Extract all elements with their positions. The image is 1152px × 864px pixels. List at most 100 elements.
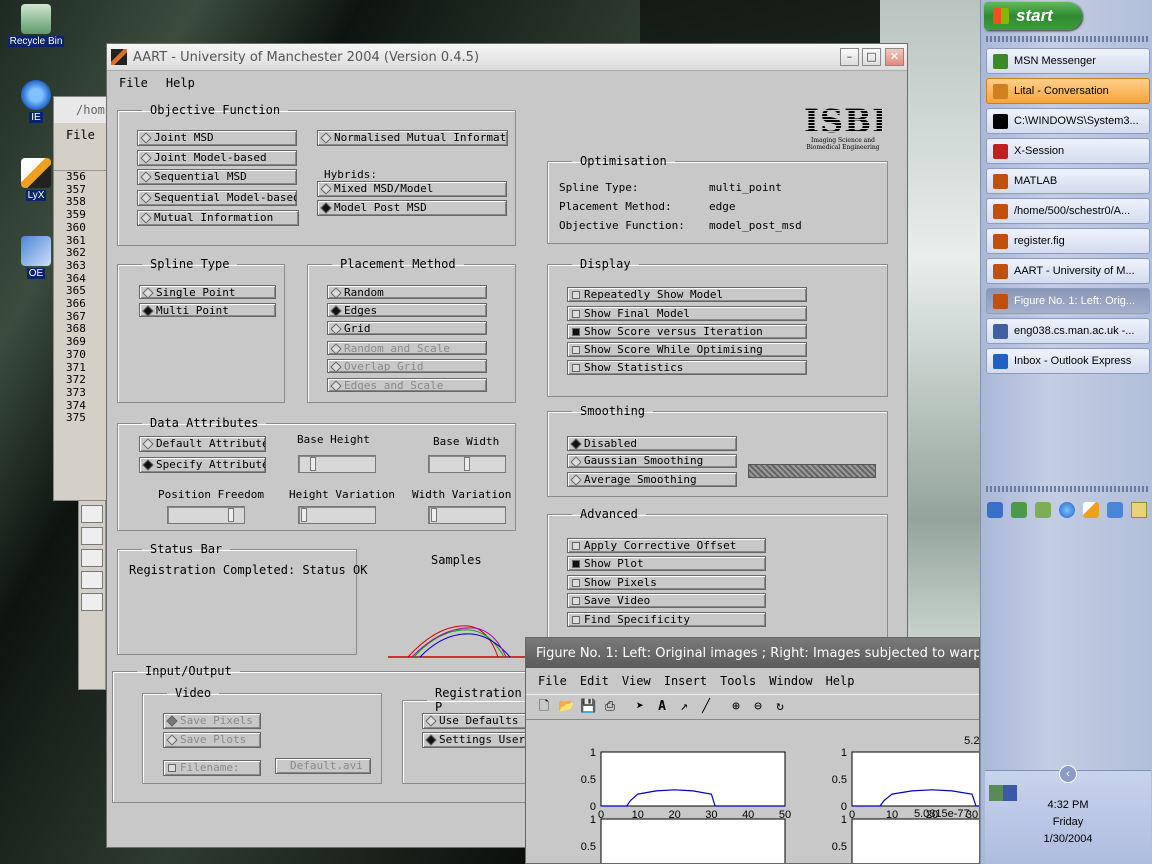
advanced-find-specificity[interactable]: Find Specificity — [567, 612, 766, 627]
hybrid-model-post[interactable]: Model Post MSD — [317, 200, 507, 216]
task-button[interactable]: C:\WINDOWS\System3... — [986, 108, 1150, 134]
smoothing-gaussian[interactable]: Gaussian Smoothing — [567, 454, 737, 468]
msn-icon[interactable] — [1011, 502, 1027, 518]
hybrid-mixed[interactable]: Mixed MSD/Model — [317, 181, 507, 197]
task-label: C:\WINDOWS\System3... — [1014, 115, 1139, 127]
placement-edges[interactable]: Edges — [327, 303, 487, 317]
smoothing-slider — [748, 464, 876, 478]
outlook-express-icon — [993, 354, 1008, 369]
advanced-show-plot[interactable]: Show Plot — [567, 556, 766, 571]
start-button[interactable]: start — [984, 2, 1082, 30]
axes-tool-icon[interactable] — [81, 593, 103, 611]
figure-menu-edit[interactable]: Edit — [580, 674, 609, 688]
figure-menu-window[interactable]: Window — [769, 674, 812, 688]
task-button[interactable]: AART - University of M... — [986, 258, 1150, 284]
y-tick-label: 0.5 — [832, 774, 847, 786]
height-variation-label: Height Variation — [289, 488, 395, 501]
figure-menu-view[interactable]: View — [622, 674, 651, 688]
task-label: eng038.cs.man.ac.uk -... — [1014, 325, 1135, 337]
arrow-icon[interactable]: ➤ — [632, 699, 648, 715]
task-button[interactable]: /home/500/schestr0/A... — [986, 198, 1150, 224]
opt-objective-key: Objective Function: — [559, 219, 685, 232]
figure-title-bar[interactable]: Figure No. 1: Left: Original images ; Ri… — [526, 638, 979, 668]
save-icon[interactable]: 💾 — [580, 699, 596, 715]
advanced-show-pixels[interactable]: Show Pixels — [567, 575, 766, 590]
listbox-tool-icon[interactable] — [81, 571, 103, 589]
task-button[interactable]: Figure No. 1: Left: Orig... — [986, 288, 1150, 314]
width-variation-slider[interactable] — [428, 506, 506, 524]
task-button[interactable]: MSN Messenger — [986, 48, 1150, 74]
display-score-iteration[interactable]: Show Score versus Iteration — [567, 324, 807, 339]
lyx-icon[interactable] — [1083, 502, 1099, 518]
slider-tool-icon[interactable] — [81, 549, 103, 567]
arrow-draw-icon[interactable]: ↗ — [676, 699, 692, 715]
task-button[interactable]: X-Session — [986, 138, 1150, 164]
objective-mutual-info[interactable]: Mutual Information — [137, 210, 299, 226]
text-icon[interactable]: A — [654, 699, 670, 715]
figure-menu-help[interactable]: Help — [826, 674, 855, 688]
tray-network-icon[interactable] — [989, 785, 1017, 801]
reg-use-defaults[interactable]: Use Defaults — [422, 713, 530, 729]
opt-placement-value: edge — [709, 200, 736, 213]
tray-collapse-icon[interactable]: ‹ — [1059, 765, 1077, 783]
zoom-in-icon[interactable]: ⊕ — [728, 699, 744, 715]
figure-plots: 0102030405000.51010203000.515.2707e-775.… — [581, 735, 979, 863]
figure-menu-bar: File Edit View Insert Tools Window Help — [526, 668, 979, 694]
objective-normalised-mi[interactable]: Normalised Mutual Information — [317, 130, 508, 146]
spline-legend: Spline Type — [150, 257, 230, 271]
height-variation-slider[interactable] — [298, 506, 376, 524]
zoom-out-icon[interactable]: ⊖ — [750, 699, 766, 715]
desktop-icon-recycle-bin[interactable]: Recycle Bin — [0, 4, 72, 47]
edit-tool-icon[interactable] — [81, 527, 103, 545]
folder-icon[interactable] — [1131, 502, 1147, 518]
objective-joint-model[interactable]: Joint Model-based — [137, 150, 297, 166]
data-specify-attributes[interactable]: Specify Attributes — [139, 457, 266, 473]
windows-flag-icon — [993, 8, 1009, 24]
task-button[interactable]: MATLAB — [986, 168, 1150, 194]
advanced-save-video[interactable]: Save Video — [567, 593, 766, 608]
plot-overlay-value: 5.0315e-77 — [914, 808, 970, 820]
matlab-icon — [993, 294, 1008, 309]
smoothing-disabled[interactable]: Disabled — [567, 436, 737, 451]
display-score-optimising[interactable]: Show Score While Optimising — [567, 342, 807, 357]
new-icon[interactable]: 🗋 — [536, 699, 552, 715]
spline-single-point[interactable]: Single Point — [139, 285, 276, 299]
video-legend: Video — [175, 686, 212, 700]
base-width-slider[interactable] — [428, 455, 506, 473]
display-statistics[interactable]: Show Statistics — [567, 360, 807, 375]
display-final-model[interactable]: Show Final Model — [567, 306, 807, 321]
objective-sequential-msd[interactable]: Sequential MSD — [137, 169, 297, 185]
figure-menu-file[interactable]: File — [538, 674, 567, 688]
radio-tool-icon[interactable] — [81, 505, 103, 523]
media-icon[interactable] — [1035, 502, 1051, 518]
spline-multi-point[interactable]: Multi Point — [139, 303, 276, 317]
placement-grid[interactable]: Grid — [327, 321, 487, 335]
position-freedom-slider[interactable] — [167, 506, 245, 524]
smoothing-average[interactable]: Average Smoothing — [567, 472, 737, 487]
matlab-figure-window[interactable]: Figure No. 1: Left: Original images ; Ri… — [525, 637, 980, 864]
task-button[interactable]: Lital - Conversation — [986, 78, 1150, 104]
objective-sequential-model[interactable]: Sequential Model-based — [137, 190, 297, 206]
data-default-attributes[interactable]: Default Attributes — [139, 436, 266, 452]
plot-axes-0 — [600, 751, 786, 807]
show-desktop-icon[interactable] — [987, 502, 1003, 518]
print-icon[interactable]: ⎙ — [602, 699, 618, 715]
outlook-express-icon[interactable] — [1107, 502, 1123, 518]
task-label: register.fig — [1014, 235, 1065, 247]
figure-menu-insert[interactable]: Insert — [664, 674, 707, 688]
advanced-corrective-offset[interactable]: Apply Corrective Offset — [567, 538, 766, 553]
task-button[interactable]: register.fig — [986, 228, 1150, 254]
task-button[interactable]: eng038.cs.man.ac.uk -... — [986, 318, 1150, 344]
rotate-icon[interactable]: ↻ — [772, 699, 788, 715]
task-button[interactable]: Inbox - Outlook Express — [986, 348, 1150, 374]
lower-plot-axes-right — [851, 818, 979, 863]
line-icon[interactable]: ╱ — [698, 699, 714, 715]
display-repeat-model[interactable]: Repeatedly Show Model — [567, 287, 807, 302]
figure-menu-tools[interactable]: Tools — [720, 674, 756, 688]
placement-random[interactable]: Random — [327, 285, 487, 299]
open-icon[interactable]: 📂 — [558, 699, 574, 715]
internet-explorer-icon[interactable] — [1059, 502, 1075, 518]
objective-joint-msd[interactable]: Joint MSD — [137, 130, 297, 146]
reg-settings-user[interactable]: Settings User — [422, 732, 530, 748]
base-height-slider[interactable] — [298, 455, 376, 473]
